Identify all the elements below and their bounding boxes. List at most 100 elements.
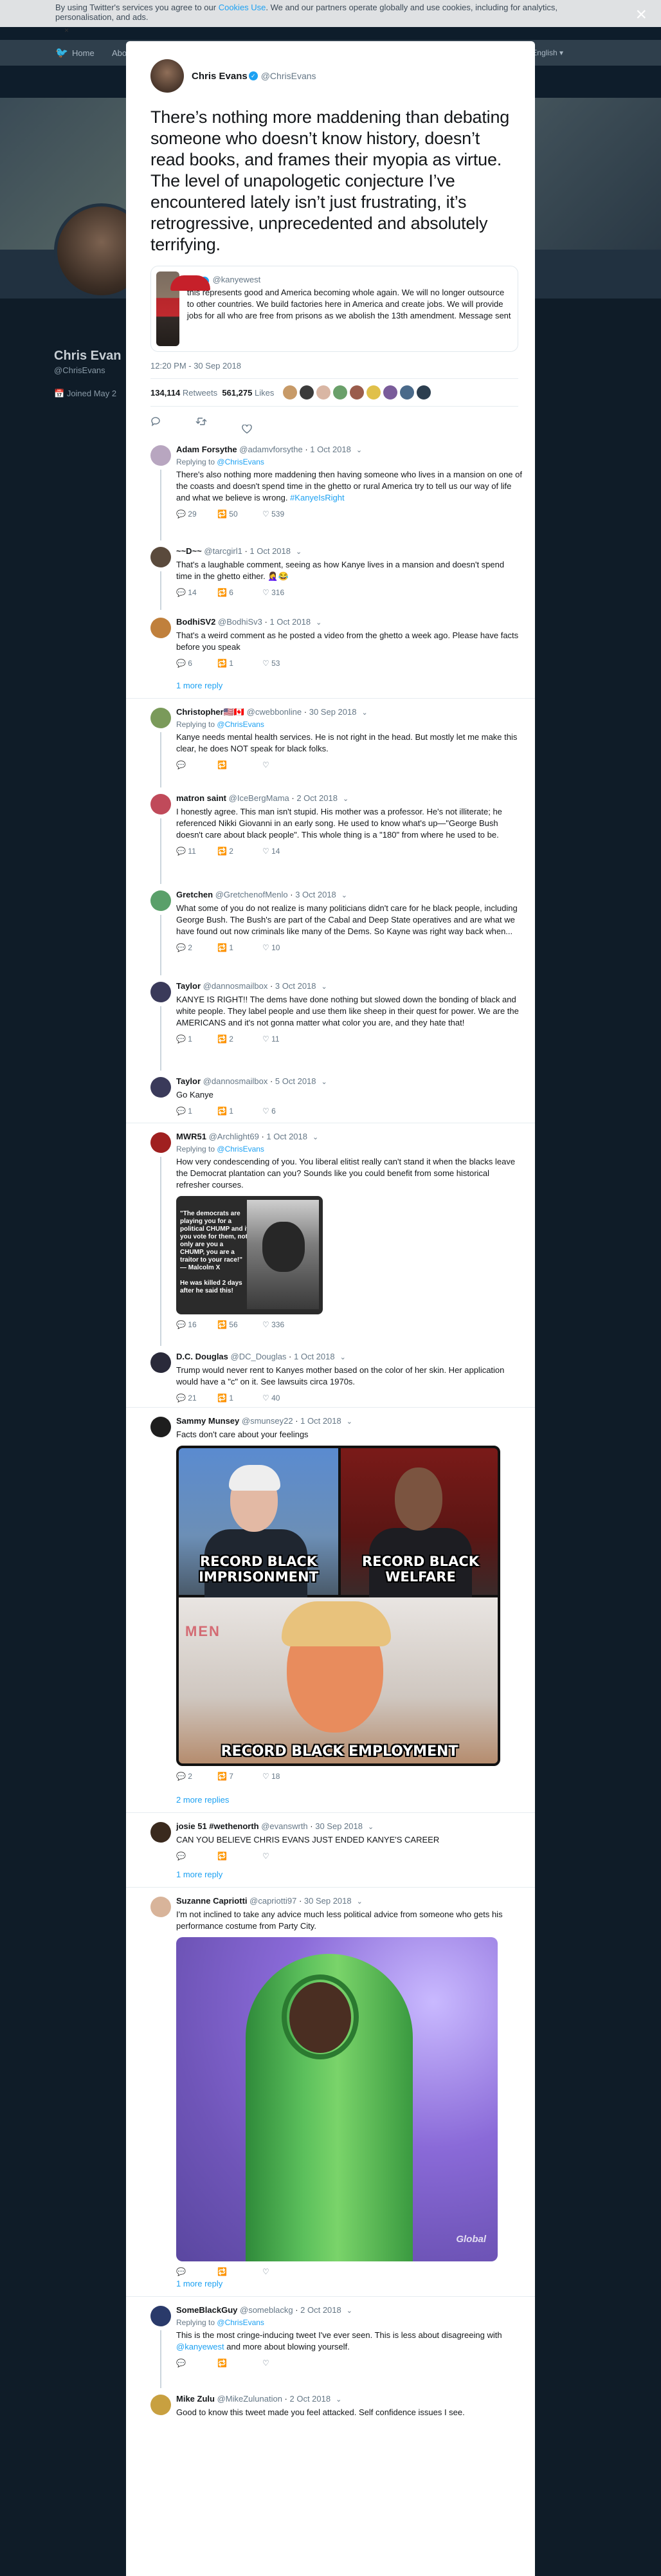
like-button[interactable]: ♡ 316 — [262, 588, 294, 597]
reply-time[interactable]: 30 Sep 2018 — [309, 707, 357, 717]
reply-time[interactable]: 30 Sep 2018 — [304, 1896, 352, 1906]
chevron-down-icon[interactable]: ⌄ — [356, 446, 362, 454]
reply-time[interactable]: 1 Oct 2018 — [310, 445, 351, 454]
reply-time[interactable]: 5 Oct 2018 — [275, 1076, 316, 1086]
reply-author-handle[interactable]: @capriotti97 — [249, 1896, 296, 1906]
like-button[interactable]: ♡ 40 — [262, 1394, 294, 1403]
avatar[interactable] — [150, 708, 171, 728]
chevron-down-icon[interactable]: ⌄ — [357, 1898, 363, 1906]
retweet-button[interactable]: 🔁 — [217, 2359, 262, 2368]
avatar[interactable] — [150, 618, 171, 638]
replying-to-mention[interactable]: @ChrisEvans — [217, 457, 264, 466]
retweet-button[interactable]: 🔁 1 — [217, 1394, 262, 1403]
retweet-button[interactable]: 🔁 7 — [217, 1772, 262, 1781]
liker-avatar[interactable] — [367, 385, 381, 400]
reply-author-name[interactable]: SomeBlackGuy — [176, 2305, 237, 2315]
reply-button[interactable]: 💬 — [176, 2359, 217, 2368]
avatar[interactable] — [150, 59, 184, 93]
reply-item[interactable]: BodhiSV2 @BodhiSv3 · 1 Oct 2018 ⌄ That's … — [126, 609, 535, 678]
likes-count[interactable]: 561,275 — [222, 388, 252, 398]
reply-author-name[interactable]: BodhiSV2 — [176, 617, 215, 627]
reply-author-handle[interactable]: @cwebbonline — [247, 707, 302, 717]
reply-author-name[interactable]: josie 51 #wethenorth — [176, 1821, 259, 1831]
like-button[interactable]: ♡ 18 — [262, 1772, 294, 1781]
reply-author-name[interactable]: Taylor — [176, 981, 201, 991]
like-button[interactable]: ♡ 336 — [262, 1320, 294, 1329]
chevron-down-icon[interactable]: ⌄ — [343, 795, 349, 803]
cookie-close-icon[interactable]: × — [64, 26, 69, 35]
reply-author-handle[interactable]: @Archlight69 — [209, 1132, 259, 1141]
reply-button[interactable]: 💬 29 — [176, 510, 217, 519]
reply-button[interactable]: 💬 16 — [176, 1320, 217, 1329]
reply-author-name[interactable]: Gretchen — [176, 890, 213, 899]
liker-avatar[interactable] — [316, 385, 331, 400]
reply-author-name[interactable]: Sammy Munsey — [176, 1416, 239, 1426]
reply-author-name[interactable]: Suzanne Capriotti — [176, 1896, 248, 1906]
like-button[interactable]: ♡ — [262, 760, 294, 769]
retweet-button[interactable]: 🔁 1 — [217, 943, 262, 952]
chevron-down-icon[interactable]: ⌄ — [296, 548, 302, 556]
mention-link[interactable]: @kanyewest — [176, 2342, 224, 2351]
reply-item[interactable]: Christopher🇺🇸🇨🇦 @cwebbonline · 30 Sep 20… — [126, 699, 535, 787]
chevron-down-icon[interactable]: ⌄ — [340, 1354, 346, 1361]
avatar[interactable] — [150, 1417, 171, 1437]
reply-item[interactable]: MWR51 @Archlight69 · 1 Oct 2018 ⌄ Replyin… — [126, 1123, 535, 1346]
reply-author-handle[interactable]: @dannosmailbox — [203, 1076, 268, 1086]
reply-button[interactable]: 💬 11 — [176, 847, 217, 856]
retweet-button[interactable]: 🔁 6 — [217, 588, 262, 597]
chevron-down-icon[interactable]: ⌄ — [361, 709, 367, 717]
more-replies-text[interactable]: 1 more reply — [176, 2279, 222, 2288]
retweet-button[interactable]: 🔁 — [217, 2267, 262, 2276]
reply-time[interactable]: 2 Oct 2018 — [300, 2305, 341, 2315]
reply-item[interactable]: ~~D~~ @tarcgirl1 · 1 Oct 2018 ⌄ That's a … — [126, 538, 535, 610]
retweet-button[interactable]: 🔁 1 — [217, 1107, 262, 1116]
retweet-button[interactable]: 🔁 — [217, 760, 262, 769]
more-replies-link[interactable]: 1 more reply — [126, 678, 535, 699]
reply-button[interactable]: 💬 — [176, 760, 217, 769]
retweet-button[interactable]: 🔁 2 — [217, 847, 262, 856]
reply-author-handle[interactable]: @BodhiSv3 — [218, 617, 262, 627]
reply-author-handle[interactable]: @MikeZulunation — [217, 2394, 282, 2404]
replying-to-mention[interactable]: @ChrisEvans — [217, 1145, 264, 1154]
liker-avatar[interactable] — [417, 385, 431, 400]
more-replies-link[interactable]: 1 more reply — [126, 1867, 535, 1888]
liker-avatar[interactable] — [300, 385, 314, 400]
liker-avatar[interactable] — [400, 385, 415, 400]
like-button[interactable]: ♡ — [262, 2359, 294, 2368]
reply-author-handle[interactable]: @dannosmailbox — [203, 981, 268, 991]
reply-image[interactable]: MEN RECORD BLACK IMPRISONMENT RECORD BLA… — [176, 1446, 500, 1766]
reply-item[interactable]: Mike Zulu @MikeZulunation · 2 Oct 2018 ⌄ … — [126, 2386, 535, 2443]
reply-button[interactable]: 💬 — [176, 2267, 217, 2276]
reply-item[interactable]: Suzanne Capriotti @capriotti97 · 30 Sep … — [126, 1888, 535, 2276]
chevron-down-icon[interactable]: ⌄ — [321, 983, 327, 991]
like-button[interactable]: ♡ 53 — [262, 659, 294, 668]
reply-author-name[interactable]: Christopher🇺🇸🇨🇦 — [176, 707, 244, 717]
reply-time[interactable]: 3 Oct 2018 — [295, 890, 336, 899]
reply-time[interactable]: 1 Oct 2018 — [266, 1132, 307, 1141]
nav-about[interactable]: Abo — [112, 48, 127, 58]
reply-author-name[interactable]: Taylor — [176, 1076, 201, 1086]
reply-item[interactable]: D.C. Douglas @DC_Douglas · 1 Oct 2018 ⌄ T… — [126, 1343, 535, 1408]
more-replies-text[interactable]: 2 more replies — [176, 1795, 229, 1805]
author-handle[interactable]: @ChrisEvans — [261, 71, 316, 81]
retweet-button[interactable]: 🔁 2 — [217, 1035, 262, 1044]
more-replies-link[interactable]: 1 more reply — [126, 2276, 535, 2297]
like-button[interactable]: ♡ — [262, 2267, 294, 2276]
reply-button[interactable]: 💬 2 — [176, 943, 217, 952]
like-button[interactable]: ♡ 14 — [262, 847, 294, 856]
avatar[interactable] — [150, 794, 171, 814]
author-name[interactable]: Chris Evans — [192, 71, 248, 82]
reply-button[interactable]: 💬 — [176, 1852, 217, 1861]
avatar[interactable] — [150, 547, 171, 567]
reply-image[interactable]: "The democrats are playing you for a pol… — [176, 1196, 323, 1314]
like-button[interactable]: ♡ 6 — [262, 1107, 294, 1116]
retweet-button[interactable]: 🔁 50 — [217, 510, 262, 519]
retweets-count[interactable]: 134,114 — [150, 388, 180, 398]
reply-time[interactable]: 2 Oct 2018 — [296, 793, 338, 803]
reply-author-name[interactable]: MWR51 — [176, 1132, 206, 1141]
like-button[interactable]: ♡ 11 — [262, 1035, 294, 1044]
replying-to-mention[interactable]: @ChrisEvans — [217, 2318, 264, 2327]
chevron-down-icon[interactable]: ⌄ — [341, 892, 347, 899]
chevron-down-icon[interactable]: ⌄ — [347, 2307, 352, 2315]
reply-author-handle[interactable]: @evanswrth — [261, 1821, 307, 1831]
